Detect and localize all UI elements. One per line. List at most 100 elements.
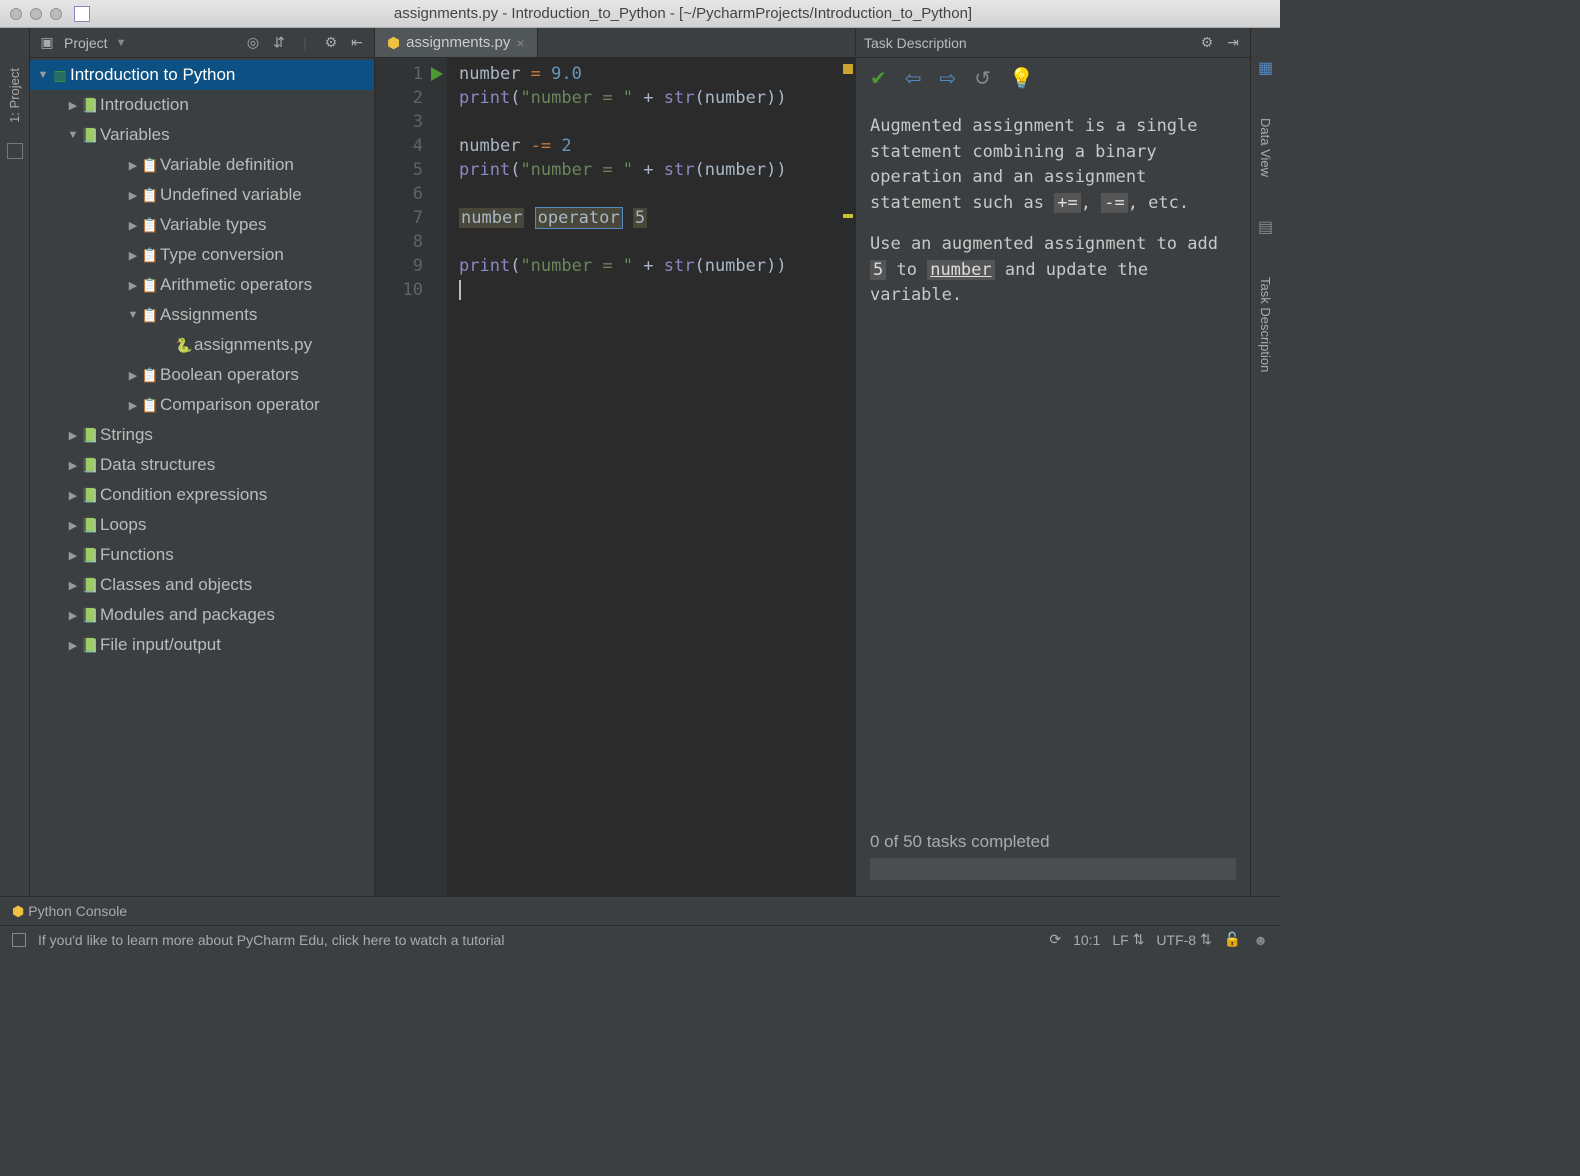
tree-arrow-icon[interactable]: ▶ [126,399,140,412]
tree-item[interactable]: ▶📋Variable definition [30,150,374,180]
previous-task-icon[interactable]: ⇦ [905,66,922,91]
editor-tab[interactable]: ⬢ assignments.py × [375,28,538,57]
tree-arrow-icon[interactable]: ▶ [66,519,80,532]
structure-tool-icon[interactable] [7,143,23,159]
check-task-icon[interactable]: ✔ [870,66,887,91]
data-view-icon[interactable]: ▦ [1258,58,1273,78]
tree-arrow-icon[interactable]: ▶ [126,369,140,382]
minimize-window-icon[interactable] [30,8,42,20]
tree-arrow-icon[interactable]: ▶ [66,99,80,112]
tool-window-quick-access-icon[interactable] [12,933,26,947]
code-content[interactable]: number = 9.0 print("number = " + str(num… [447,58,855,896]
tree-item[interactable]: ▶📋Arithmetic operators [30,270,374,300]
tree-arrow-icon[interactable]: ▼ [126,309,140,321]
tree-item-label: Variables [100,125,170,145]
tree-item[interactable]: ▶📋Variable types [30,210,374,240]
python-console-button[interactable]: ⬢ Python Console [12,903,127,920]
tree-item-label: Comparison operator [160,395,320,415]
inspector-icon[interactable]: ☻ [1253,932,1268,948]
tree-arrow-icon[interactable]: ▶ [66,429,80,442]
tree-arrow-icon[interactable]: ▶ [126,219,140,232]
python-icon: 🐍 [174,337,194,354]
answer-placeholder-var[interactable]: number [459,208,524,228]
line-separator[interactable]: LF⇅ [1112,931,1144,948]
collapse-all-icon[interactable]: ⇵ [270,34,288,52]
project-tree[interactable]: ▼ ▥ Introduction to Python ▶📗Introductio… [30,58,374,896]
chevron-down-icon[interactable]: ▼ [116,37,127,49]
tree-arrow-icon[interactable]: ▶ [66,489,80,502]
lesson-icon: 📗 [80,427,100,444]
tree-arrow-icon[interactable]: ▶ [126,159,140,172]
tree-item[interactable]: ▶📗Introduction [30,90,374,120]
code-editor[interactable]: 1 2 3 4 5 6 7 8 9 10 number = 9.0 print(… [375,58,855,896]
tree-item-label: Variable types [160,215,266,235]
gear-icon[interactable]: ⚙ [322,34,340,52]
tree-arrow-icon[interactable]: ▼ [66,129,80,141]
close-window-icon[interactable] [10,8,22,20]
tree-item[interactable]: ▶📋Boolean operators [30,360,374,390]
status-hint-text[interactable]: If you'd like to learn more about PyChar… [38,932,504,948]
hint-icon[interactable]: 💡 [1009,66,1034,91]
tree-arrow-icon[interactable]: ▶ [126,279,140,292]
tree-item[interactable]: ▶📗Classes and objects [30,570,374,600]
tree-arrow-icon[interactable]: ▶ [66,609,80,622]
code-analysis-marker[interactable] [843,64,853,74]
answer-placeholder-value[interactable]: 5 [633,208,647,228]
hide-panel-icon[interactable]: ⇤ [348,34,366,52]
tree-item[interactable]: ▶📗Loops [30,510,374,540]
locate-icon[interactable]: ◎ [244,34,262,52]
tree-arrow-icon[interactable]: ▶ [66,459,80,472]
sync-icon[interactable]: ⟳ [1049,931,1061,948]
task-toolbar: ✔ ⇦ ⇨ ↺ 💡 [856,58,1250,98]
tree-item[interactable]: ▶📋Undefined variable [30,180,374,210]
next-task-icon[interactable]: ⇨ [940,66,957,91]
tree-item[interactable]: ▶📋Comparison operator [30,390,374,420]
file-encoding[interactable]: UTF-8⇅ [1156,931,1211,948]
tree-item-label: Variable definition [160,155,294,175]
task-icon: 📋 [140,397,160,414]
tree-item-label: Modules and packages [100,605,275,625]
tree-item[interactable]: ▶📗Modules and packages [30,600,374,630]
tree-item[interactable]: ▼📋Assignments [30,300,374,330]
reset-task-icon[interactable]: ↺ [974,66,991,91]
task-icon: 📋 [140,307,160,324]
tree-item[interactable]: ▶📗Strings [30,420,374,450]
lesson-icon: 📗 [80,547,100,564]
tree-item-label: Data structures [100,455,215,475]
tree-item[interactable]: ▶📗Condition expressions [30,480,374,510]
lock-icon[interactable]: 🔓 [1224,931,1241,948]
tree-arrow-icon[interactable]: ▶ [66,639,80,652]
tree-item-label: Loops [100,515,146,535]
progress-label: 0 of 50 tasks completed [870,832,1236,852]
answer-placeholder-operator[interactable]: operator [535,207,623,229]
chevron-down-icon[interactable]: ▼ [36,69,50,81]
tree-item[interactable]: 🐍assignments.py [30,330,374,360]
hide-panel-icon[interactable]: ⇥ [1224,34,1242,52]
task-description-icon[interactable]: ▤ [1258,217,1273,237]
gear-icon[interactable]: ⚙ [1198,34,1216,52]
zoom-window-icon[interactable] [50,8,62,20]
line-number: 3 [375,110,447,134]
lesson-icon: 📗 [80,127,100,144]
data-view-tool-button[interactable]: Data View [1258,118,1273,177]
run-gutter-icon[interactable]: 1 [375,62,447,86]
warning-marker[interactable] [843,214,853,218]
tree-item[interactable]: ▼📗Variables [30,120,374,150]
right-tool-rail: ▦ Data View ▤ Task Description [1250,28,1280,896]
tree-arrow-icon[interactable]: ▶ [126,249,140,262]
project-tool-button[interactable]: 1: Project [7,68,22,123]
tree-item[interactable]: ▶📗File input/output [30,630,374,660]
tree-arrow-icon[interactable]: ▶ [126,189,140,202]
tree-item[interactable]: ▶📗Functions [30,540,374,570]
task-description-tool-button[interactable]: Task Description [1258,277,1273,372]
tree-item[interactable]: ▶📗Data structures [30,450,374,480]
tree-arrow-icon[interactable]: ▶ [66,579,80,592]
project-view-icon[interactable]: ▣ [38,34,56,52]
caret-position[interactable]: 10:1 [1073,932,1100,948]
text-caret [459,280,461,300]
tree-item[interactable]: ▶📋Type conversion [30,240,374,270]
tree-arrow-icon[interactable]: ▶ [66,549,80,562]
window-title: assignments.py - Introduction_to_Python … [96,5,1270,22]
close-tab-icon[interactable]: × [516,35,524,51]
tree-root[interactable]: ▼ ▥ Introduction to Python [30,60,374,90]
